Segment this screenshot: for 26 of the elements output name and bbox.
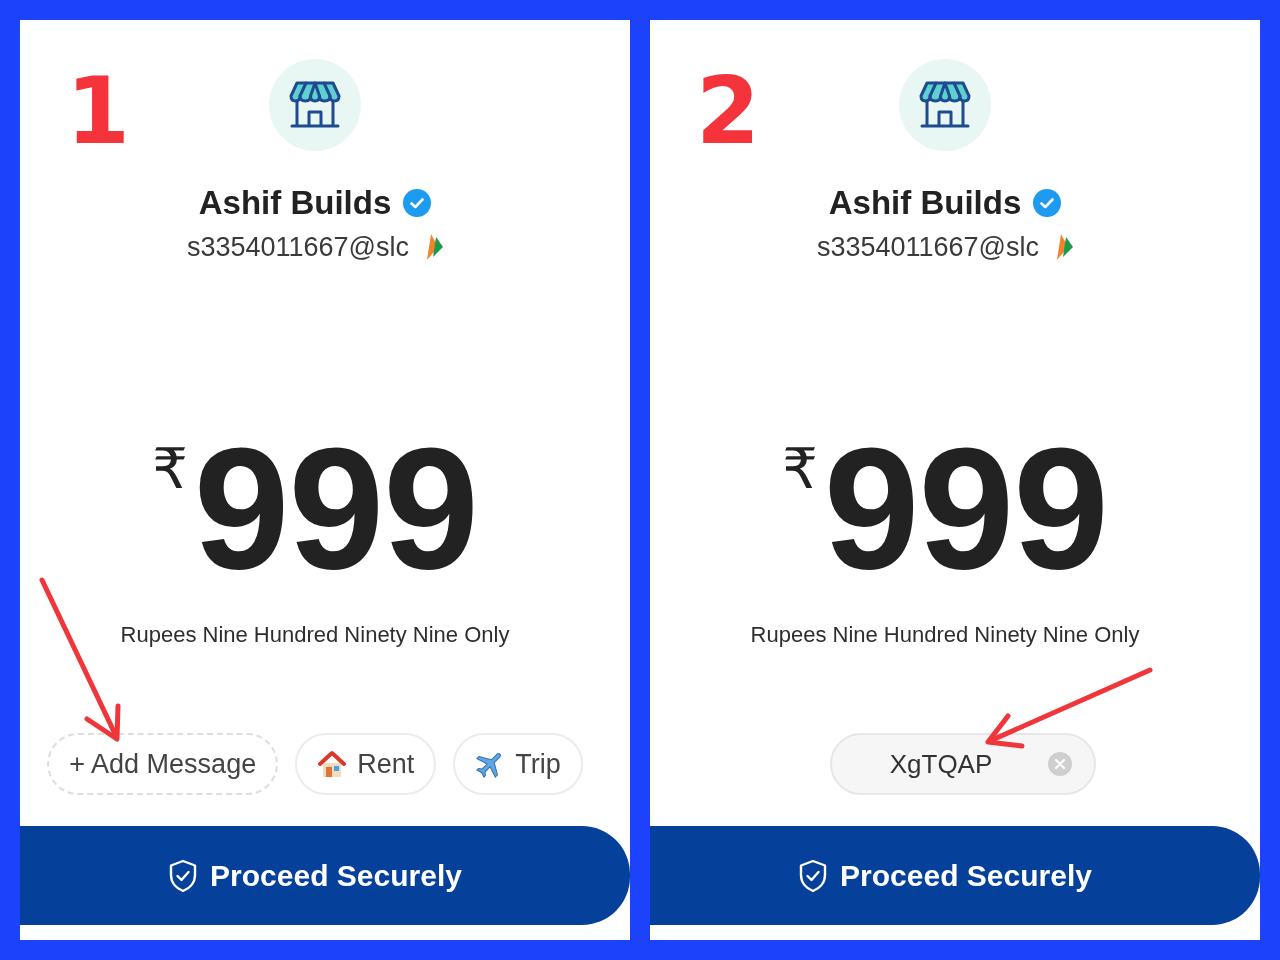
proceed-button[interactable]: Proceed Securely (650, 826, 1260, 925)
upi-id: s3354011667@slc (186, 231, 410, 263)
chevron-logo-icon (1057, 234, 1074, 260)
step-number: 2 (696, 66, 760, 158)
currency-symbol: ₹ (782, 441, 818, 497)
chevron-logo-icon (427, 234, 444, 260)
message-chip[interactable]: Trip (453, 733, 583, 795)
message-field[interactable]: XgTQAP (830, 733, 1096, 795)
add-message-button[interactable]: + Add Message (47, 733, 279, 795)
house-icon (317, 749, 348, 779)
message-chip[interactable]: Rent (295, 733, 437, 795)
merchant-name: Ashif Builds (198, 183, 392, 223)
step-number: 1 (66, 66, 130, 158)
proceed-button[interactable]: Proceed Securely (20, 826, 630, 925)
amount-in-words: Rupees Nine Hundred Ninety Nine Only (120, 621, 510, 649)
shield-check-icon (798, 858, 829, 893)
merchant-name: Ashif Builds (828, 183, 1022, 223)
amount-value: 999 (193, 423, 478, 593)
store-icon (899, 59, 991, 151)
amount-in-words: Rupees Nine Hundred Ninety Nine Only (750, 621, 1140, 649)
currency-symbol: ₹ (152, 441, 188, 497)
upi-id: s3354011667@slc (816, 231, 1040, 263)
clear-icon[interactable] (1048, 752, 1072, 776)
shield-check-icon (168, 858, 199, 893)
amount-value: 999 (823, 423, 1108, 593)
store-icon (269, 59, 361, 151)
